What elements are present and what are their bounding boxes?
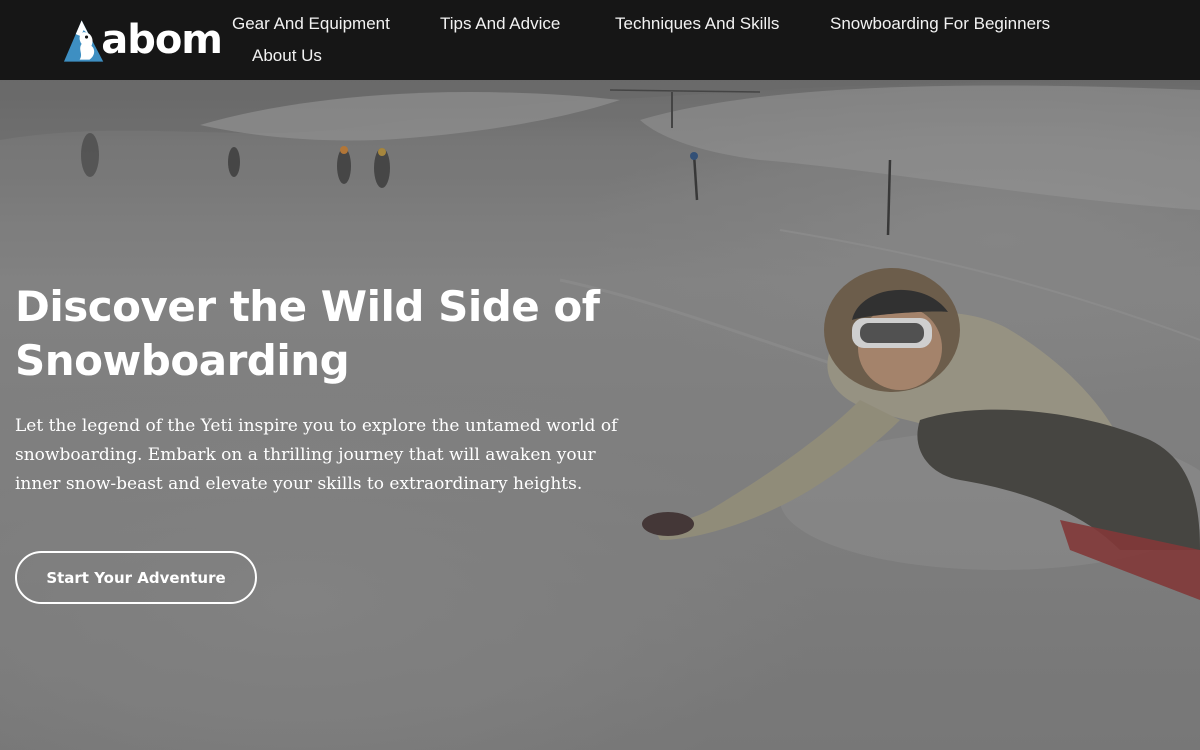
logo-text: abom [101,17,223,63]
nav-tips-and-advice[interactable]: Tips And Advice [440,14,560,34]
hero-section: Discover the Wild Side of Snowboarding L… [0,80,1200,750]
hero-title: Discover the Wild Side of Snowboarding [15,282,600,385]
nav-gear-and-equipment[interactable]: Gear And Equipment [232,14,390,34]
nav-about-us[interactable]: About Us [252,46,322,66]
start-adventure-button[interactable]: Start Your Adventure [15,551,257,604]
site-logo[interactable]: abom [62,14,223,66]
nav-techniques-and-skills[interactable]: Techniques And Skills [615,14,779,34]
nav-snowboarding-for-beginners[interactable]: Snowboarding For Beginners [830,14,1050,34]
hero-description: Let the legend of the Yeti inspire you t… [15,416,618,494]
site-header: abom Gear And Equipment Tips And Advice … [0,0,1200,80]
yeti-mountain-icon [63,20,104,62]
